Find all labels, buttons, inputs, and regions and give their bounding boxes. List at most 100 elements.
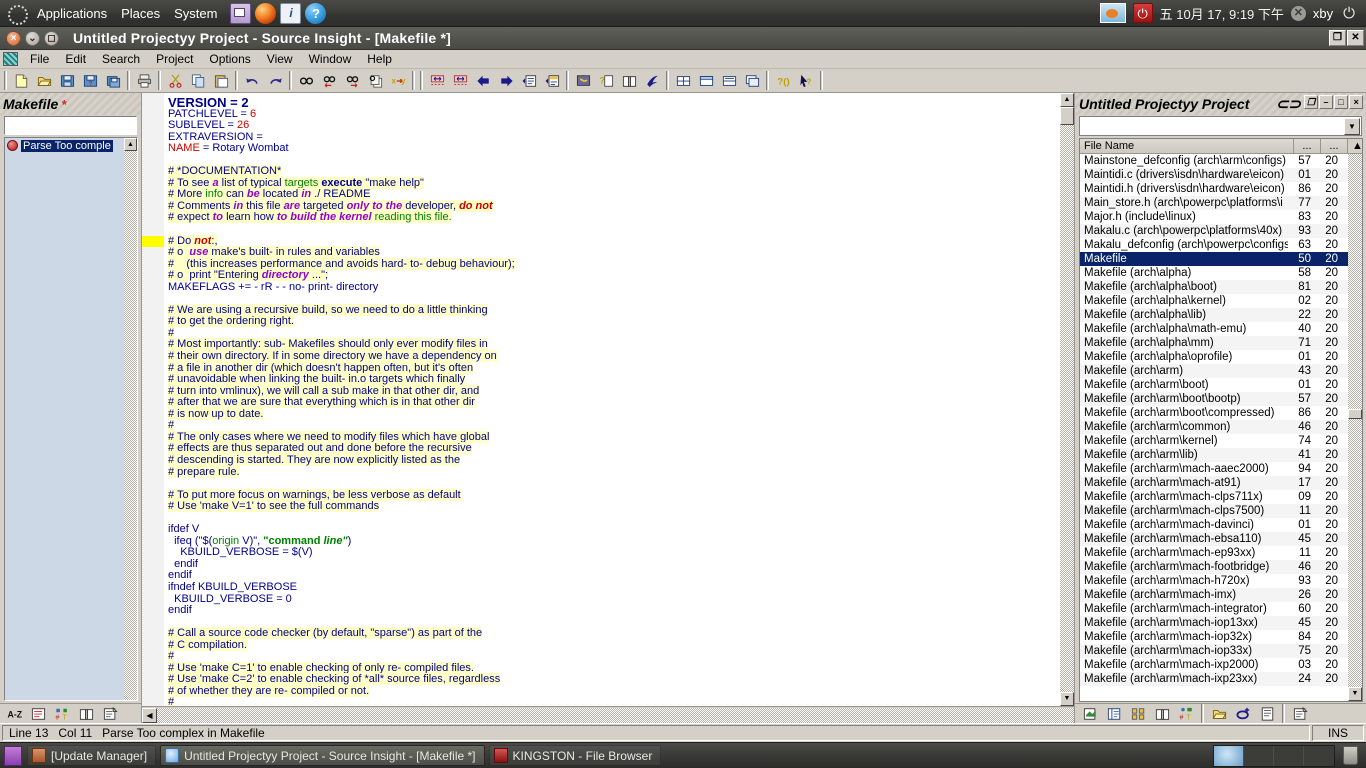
open-folder-icon[interactable] — [33, 70, 55, 91]
project-close-icon[interactable]: × — [1349, 95, 1363, 109]
find-icon[interactable] — [295, 70, 317, 91]
forward-arrow-icon[interactable] — [495, 70, 517, 91]
mdi-restore-icon[interactable]: ❐ — [1329, 30, 1346, 46]
taskbar-item-source-insight[interactable]: Untitled Projectyy Project - Source Insi… — [160, 745, 485, 766]
scroll-up-icon[interactable]: ▲ — [1060, 93, 1074, 107]
menu-system[interactable]: System — [167, 3, 224, 24]
project-file-row[interactable]: Makefile (arch\arm\mach-ixp23xx) 24 20 — [1080, 672, 1348, 686]
copy-icon[interactable] — [187, 70, 209, 91]
project-file-row[interactable]: Makefile (arch\arm\mach-iop32x) 84 20 — [1080, 630, 1348, 644]
project-minimize-icon[interactable]: – — [1319, 95, 1333, 109]
mdi-close-icon[interactable]: ✕ — [1347, 30, 1364, 46]
symbol-list-icon[interactable] — [27, 703, 49, 723]
code-line[interactable]: endif — [168, 570, 1060, 582]
project-file-row[interactable]: Makalu.c (arch\powerpc\platforms\40x) 93 2… — [1080, 224, 1348, 238]
code-line[interactable]: # C compilation. — [168, 638, 1060, 652]
code-line[interactable]: SUBLEVEL = 26 — [168, 119, 1060, 132]
scroll-thumb[interactable] — [1060, 107, 1074, 125]
project-file-row[interactable]: Makefile (arch\arm\common) 46 20 — [1080, 420, 1348, 434]
firefox-icon[interactable] — [255, 2, 277, 24]
project-file-row[interactable]: Makefile (arch\arm\mach-at91) 17 20 — [1080, 476, 1348, 490]
properties-icon[interactable] — [99, 703, 121, 723]
project-file-row[interactable]: Makefile (arch\alpha) 58 20 — [1080, 266, 1348, 280]
shutdown-icon[interactable]: ⏻ — [1132, 3, 1153, 23]
code-line[interactable] — [168, 155, 1060, 167]
scroll-down-icon[interactable]: ▼ — [1348, 687, 1362, 701]
code-line[interactable]: NAME = Rotary Wombat — [168, 142, 1060, 155]
editor-gutter[interactable] — [142, 93, 164, 706]
power-icon[interactable]: ⏻ — [1340, 5, 1358, 22]
code-line[interactable]: # o use make's built- in rules and varia… — [168, 246, 1060, 259]
show-desktop-icon[interactable] — [4, 745, 22, 766]
save-as-icon[interactable]: ? — [79, 70, 101, 91]
project-file-row[interactable]: Makefile (arch\alpha\mm) 71 20 — [1080, 336, 1348, 350]
menu-places[interactable]: Places — [114, 3, 167, 24]
column-header-b[interactable]: ... — [1321, 139, 1348, 153]
window-titlebar[interactable]: × ⌄ ◻ Untitled Projectyy Project - Sourc… — [0, 27, 1366, 50]
code-line[interactable]: MAKEFLAGS += - rR - - no- print- directo… — [168, 281, 1060, 294]
context-icon[interactable] — [572, 70, 594, 91]
pointer-help-icon[interactable]: ? — [795, 70, 817, 91]
editor-text[interactable]: VERSION = 2 PATCHLEVEL = 6 SUBLEVEL = 26 EX… — [164, 93, 1060, 706]
scroll-left-icon[interactable]: ◀ — [142, 707, 157, 723]
project-file-row[interactable]: Makefile (arch\arm\kernel) 74 20 — [1080, 434, 1348, 448]
project-file-row[interactable]: Makefile 50 20 — [1080, 252, 1348, 266]
menu-search[interactable]: Search — [94, 50, 148, 68]
jump-back-icon[interactable] — [541, 70, 563, 91]
menu-options[interactable]: Options — [201, 50, 258, 68]
cut-icon[interactable] — [164, 70, 186, 91]
hscroll-track[interactable] — [157, 707, 1074, 723]
project-file-row[interactable]: Makefile (arch\arm\mach-imx) 26 20 — [1080, 588, 1348, 602]
code-line[interactable] — [168, 513, 1060, 525]
project-file-row[interactable]: Makefile (arch\arm\mach-aaec2000) 94 20 — [1080, 462, 1348, 476]
trash-icon[interactable] — [1343, 746, 1358, 765]
paste-icon[interactable] — [210, 70, 232, 91]
code-line[interactable]: # of whether they are re- compiled or no… — [168, 684, 1060, 698]
project-file-row[interactable]: Main_store.h (arch\powerpc\platforms\i 77… — [1080, 196, 1348, 210]
close-icon[interactable]: × — [6, 30, 21, 46]
cascade-icon[interactable] — [741, 70, 763, 91]
tile-icon[interactable] — [672, 70, 694, 91]
workspace-3[interactable] — [1274, 745, 1304, 766]
code-line[interactable]: # Use 'make V=1' to see the full command… — [168, 500, 1060, 513]
code-line[interactable]: ifndef KBUILD_VERBOSE — [168, 581, 1060, 594]
project-file-row[interactable]: Makefile (arch\alpha\math-emu) 40 20 — [1080, 322, 1348, 336]
replace-icon[interactable]: xy — [387, 70, 409, 91]
project-file-row[interactable]: Mainstone_defconfig (arch\arm\configs) 57… — [1080, 154, 1348, 168]
code-line[interactable]: endif — [168, 604, 1060, 617]
horizontal-split-icon[interactable] — [695, 70, 717, 91]
symbol-help-icon[interactable]: ? — [595, 70, 617, 91]
fish-icon[interactable] — [1099, 3, 1126, 23]
menu-window[interactable]: Window — [301, 50, 360, 68]
code-editor[interactable]: VERSION = 2 PATCHLEVEL = 6 SUBLEVEL = 26 EX… — [142, 93, 1074, 706]
find-next-icon[interactable] — [341, 70, 363, 91]
project-file-list[interactable]: Mainstone_defconfig (arch\arm\configs) 57… — [1080, 154, 1348, 701]
workspace-switcher[interactable] — [1213, 744, 1335, 767]
menu-edit[interactable]: Edit — [57, 50, 94, 68]
jump-to-icon[interactable] — [518, 70, 540, 91]
settings-icon[interactable] — [1289, 703, 1311, 723]
project-file-row[interactable]: Makefile (arch\arm\mach-ebsa110) 45 20 — [1080, 532, 1348, 546]
redo-icon[interactable] — [264, 70, 286, 91]
code-line[interactable]: # expect to learn how to build the kerne… — [168, 211, 1060, 224]
code-line[interactable]: EXTRAVERSION = — [168, 131, 1060, 144]
project-file-row[interactable]: Maintidi.c (drivers\isdn\hardware\eicon)… — [1080, 168, 1348, 182]
project-file-row[interactable]: Makefile (arch\alpha\boot) 81 20 — [1080, 280, 1348, 294]
project-file-row[interactable]: Makefile (arch\arm\boot) 01 20 — [1080, 378, 1348, 392]
code-line[interactable]: # We are using a recursive build, so we … — [168, 303, 1060, 317]
editor-horizontal-scrollbar[interactable]: ◀ — [142, 706, 1074, 723]
project-file-row[interactable]: Makefile (arch\arm\mach-ixp2000) 03 20 — [1080, 658, 1348, 672]
scroll-thumb[interactable] — [1348, 409, 1362, 419]
code-line[interactable]: PATCHLEVEL = 6 — [168, 108, 1060, 121]
project-file-row[interactable]: Makefile (arch\arm\lib) 41 20 — [1080, 448, 1348, 462]
workspace-2[interactable] — [1244, 745, 1274, 766]
menu-project[interactable]: Project — [148, 50, 201, 68]
code-line[interactable]: # after that we are sure that everything… — [168, 396, 1060, 409]
symbol-filter-input[interactable] — [4, 116, 137, 135]
indent-left-icon[interactable] — [426, 70, 448, 91]
project-files-icon[interactable] — [1103, 703, 1125, 723]
workspace-1[interactable] — [1214, 745, 1244, 766]
workspace-4[interactable] — [1304, 745, 1334, 766]
project-file-row[interactable]: Makefile (arch\arm) 43 20 — [1080, 364, 1348, 378]
project-file-combo[interactable]: ▼ — [1079, 116, 1362, 136]
